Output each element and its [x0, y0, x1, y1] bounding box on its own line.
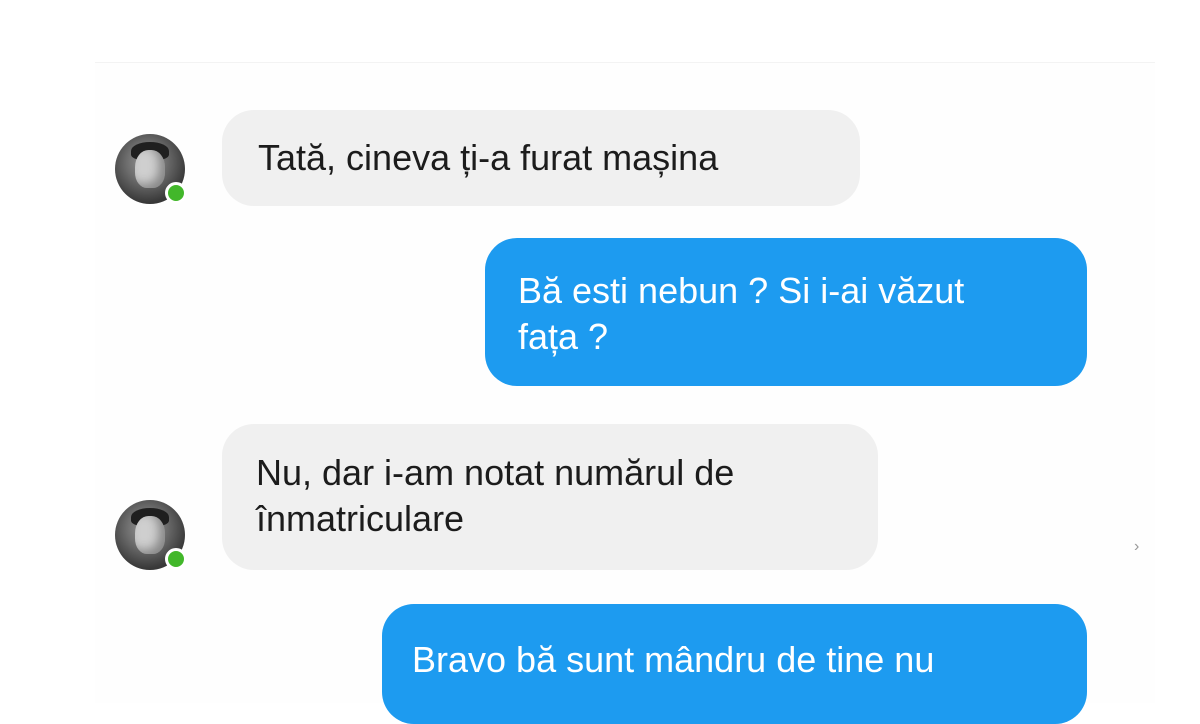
scroll-indicator[interactable]: › — [1134, 538, 1139, 556]
avatar-face — [135, 150, 165, 188]
contact-avatar[interactable] — [115, 500, 187, 570]
contact-avatar[interactable] — [115, 134, 187, 204]
message-bubble-incoming[interactable]: Tată, cineva ți-a furat mașina — [222, 110, 860, 206]
online-status-icon — [165, 182, 187, 204]
message-bubble-incoming[interactable]: Nu, dar i-am notat numărul de înmatricul… — [222, 424, 878, 570]
message-bubble-outgoing[interactable]: Bravo bă sunt mândru de tine nu — [382, 604, 1087, 724]
message-bubble-outgoing[interactable]: Bă esti nebun ? Si i-ai văzut fața ? — [485, 238, 1087, 386]
online-status-icon — [165, 548, 187, 570]
avatar-face — [135, 516, 165, 554]
